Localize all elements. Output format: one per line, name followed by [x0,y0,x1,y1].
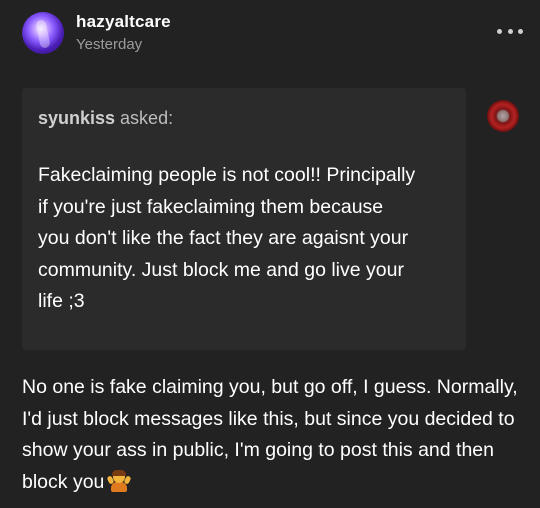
asker-avatar[interactable] [487,100,519,132]
more-horizontal-icon [507,28,513,34]
answer-text: No one is fake claiming you, but go off,… [22,372,522,498]
post-timestamp[interactable]: Yesterday [76,36,142,53]
ask-text: Fakeclaiming people is not cool!! Princi… [38,164,416,312]
post-card: hazyaltcare Yesterday syunkiss asked: Fa… [0,0,540,508]
more-options-button[interactable] [497,22,523,40]
author-username[interactable]: hazyaltcare [76,12,171,32]
answer-body: No one is fake claiming you, but go off,… [22,376,518,493]
person-shrugging-emoji [106,469,132,492]
asker-line: syunkiss asked: [38,108,173,129]
asked-label: asked: [115,108,174,128]
more-horizontal-icon [518,28,523,34]
post-header: hazyaltcare Yesterday [0,0,540,70]
more-horizontal-icon [497,28,502,34]
author-avatar[interactable] [22,12,64,54]
asker-username[interactable]: syunkiss [38,108,115,128]
ask-box: syunkiss asked: Fakeclaiming people is n… [22,88,466,350]
